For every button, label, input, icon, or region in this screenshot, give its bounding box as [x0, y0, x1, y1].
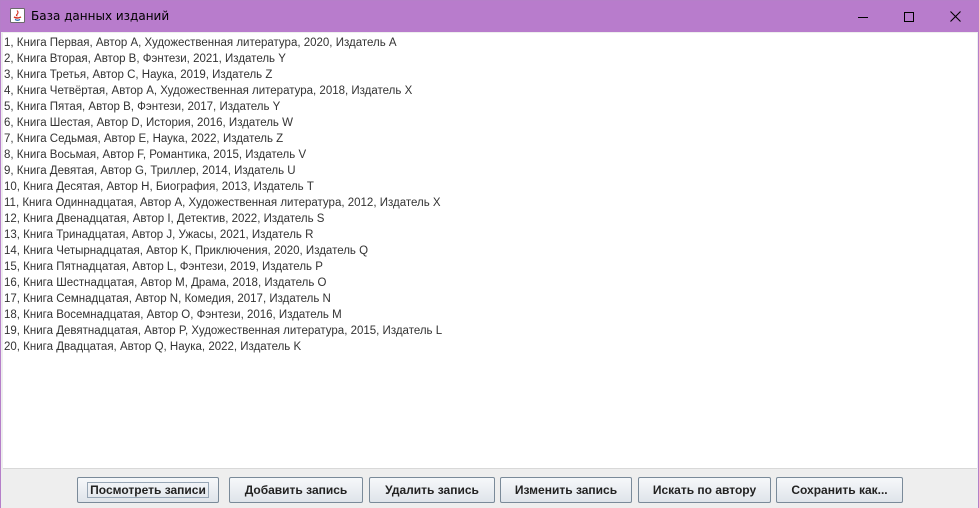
title-bar[interactable]: База данных изданий: [1, 1, 978, 32]
list-item[interactable]: 8, Книга Восьмая, Автор F, Романтика, 20…: [3, 147, 977, 163]
java-app-icon: [10, 8, 25, 23]
close-button[interactable]: [932, 1, 978, 32]
list-item[interactable]: 3, Книга Третья, Автор C, Наука, 2019, И…: [3, 67, 977, 83]
list-item[interactable]: 17, Книга Семнадцатая, Автор N, Комедия,…: [3, 291, 977, 307]
minimize-button[interactable]: [840, 1, 886, 32]
delete-record-button[interactable]: Удалить запись: [369, 477, 495, 503]
save-as-button[interactable]: Сохранить как...: [776, 477, 903, 503]
button-bar: Посмотреть записи Добавить запись Удалит…: [1, 470, 978, 508]
search-by-author-button[interactable]: Искать по автору: [638, 477, 771, 503]
window-title: База данных изданий: [31, 9, 170, 23]
app-window: База данных изданий 1, Книга Первая, Авт…: [0, 0, 979, 508]
list-item[interactable]: 4, Книга Четвёртая, Автор A, Художествен…: [3, 83, 977, 99]
records-list[interactable]: 1, Книга Первая, Автор A, Художественная…: [3, 33, 977, 469]
list-item[interactable]: 5, Книга Пятая, Автор B, Фэнтези, 2017, …: [3, 99, 977, 115]
view-records-button[interactable]: Посмотреть записи: [77, 477, 219, 503]
list-item[interactable]: 20, Книга Двадцатая, Автор Q, Наука, 202…: [3, 339, 977, 355]
list-item[interactable]: 14, Книга Четырнадцатая, Автор K, Приклю…: [3, 243, 977, 259]
add-record-button[interactable]: Добавить запись: [229, 477, 363, 503]
list-item[interactable]: 13, Книга Тринадцатая, Автор J, Ужасы, 2…: [3, 227, 977, 243]
list-item[interactable]: 7, Книга Седьмая, Автор E, Наука, 2022, …: [3, 131, 977, 147]
list-item[interactable]: 10, Книга Десятая, Автор H, Биография, 2…: [3, 179, 977, 195]
list-item[interactable]: 19, Книга Девятнадцатая, Автор P, Художе…: [3, 323, 977, 339]
list-item[interactable]: 15, Книга Пятнадцатая, Автор L, Фэнтези,…: [3, 259, 977, 275]
list-item[interactable]: 1, Книга Первая, Автор A, Художественная…: [3, 35, 977, 51]
list-item[interactable]: 12, Книга Двенадцатая, Автор I, Детектив…: [3, 211, 977, 227]
maximize-button[interactable]: [886, 1, 932, 32]
list-item[interactable]: 6, Книга Шестая, Автор D, История, 2016,…: [3, 115, 977, 131]
view-records-label: Посмотреть записи: [87, 482, 209, 498]
minimize-icon: [858, 12, 868, 22]
list-item[interactable]: 2, Книга Вторая, Автор B, Фэнтези, 2021,…: [3, 51, 977, 67]
list-item[interactable]: 9, Книга Девятая, Автор G, Триллер, 2014…: [3, 163, 977, 179]
close-icon: [949, 11, 961, 22]
maximize-icon: [904, 11, 914, 22]
list-item[interactable]: 16, Книга Шестнадцатая, Автор M, Драма, …: [3, 275, 977, 291]
edit-record-button[interactable]: Изменить запись: [500, 477, 632, 503]
list-item[interactable]: 11, Книга Одиннадцатая, Автор A, Художес…: [3, 195, 977, 211]
list-item[interactable]: 18, Книга Восемнадцатая, Автор O, Фэнтез…: [3, 307, 977, 323]
